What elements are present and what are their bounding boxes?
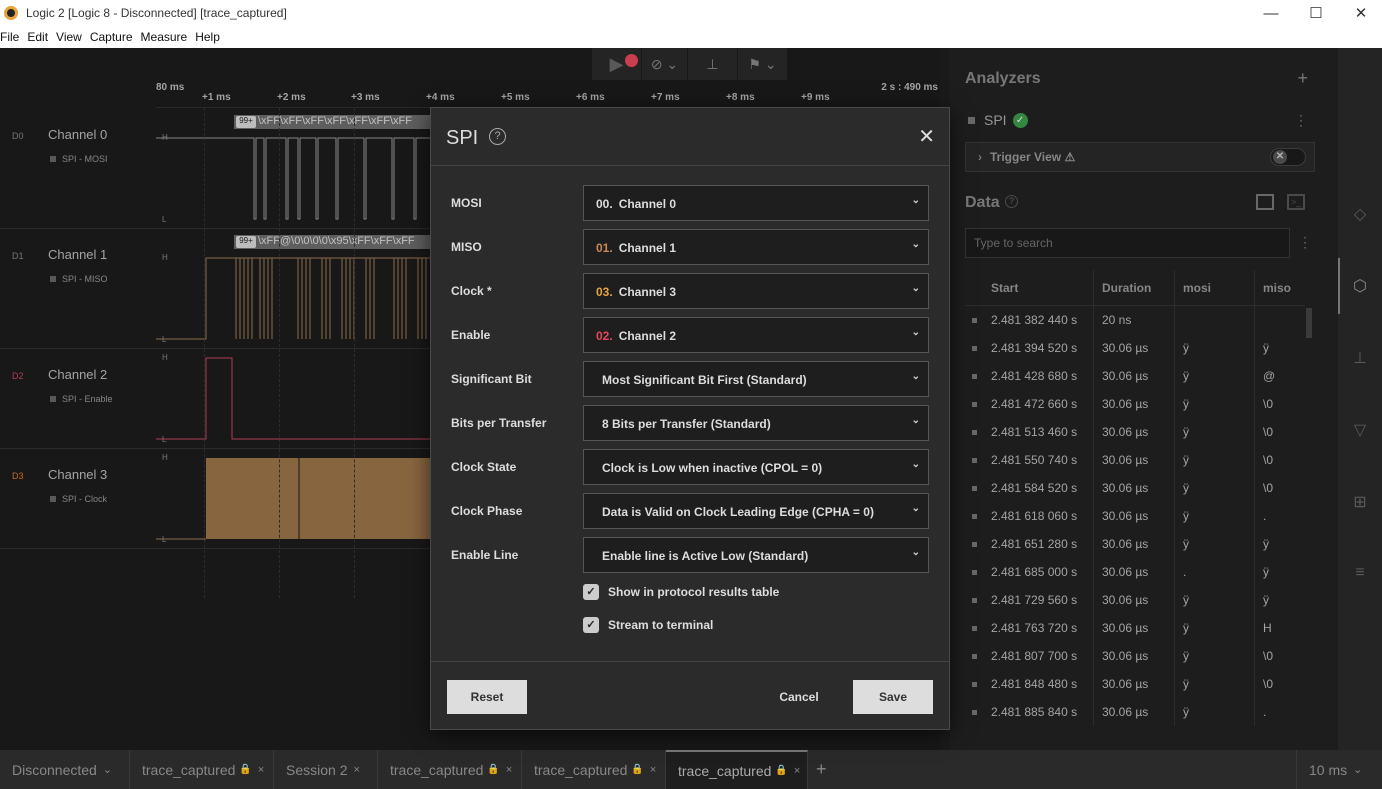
tab-session[interactable]: trace_captured 🔒 × [378,750,522,789]
chevron-down-icon: ⌄ [911,415,920,426]
chevron-down-icon: ⌄ [911,239,920,250]
chevron-down-icon: ⌄ [1353,764,1363,776]
menu-bar: File Edit View Capture Measure Help [0,26,1382,48]
chevron-down-icon: ⌄ [911,503,920,514]
session-tab-bar: Disconnected ⌄ trace_captured 🔒 × Session 2… [0,750,1382,789]
lock-icon: 🔒 [775,765,788,776]
select-value: Channel 0 [618,197,677,211]
close-tab-button[interactable]: × [794,765,800,777]
lock-icon: 🔒 [631,764,644,775]
tab-disconnected[interactable]: Disconnected ⌄ [0,750,130,789]
select-value: Clock is Low when inactive (CPOL = 0) [602,461,823,475]
setting-row: Clock State Clock is Low when inactive (C… [431,449,949,485]
select-value: Enable line is Active Low (Standard) [602,549,809,563]
tab-session[interactable]: trace_captured 🔒 × [130,750,274,789]
mosi-select[interactable]: 00. Channel 0 ⌄ [583,185,929,221]
close-tab-button[interactable]: × [506,764,512,776]
close-tab-button[interactable]: × [258,764,264,776]
channel-number: 00. [596,197,613,211]
checkmark-icon[interactable]: ✓ [583,584,599,600]
tab-session[interactable]: Session 2 × [274,750,378,789]
chevron-down-icon: ⌄ [911,371,920,382]
close-window-button[interactable]: ✕ [1338,0,1382,26]
dialog-header: SPI ? ✕ [431,108,949,166]
close-dialog-button[interactable]: ✕ [918,124,935,149]
minimize-button[interactable]: — [1248,0,1294,26]
setting-row: MISO 01. Channel 1 ⌄ [431,229,949,265]
clock-select[interactable]: 03. Channel 3 ⌄ [583,273,929,309]
maximize-button[interactable]: ☐ [1293,0,1339,26]
chevron-down-icon: ⌄ [911,195,920,206]
chevron-down-icon: ⌄ [911,547,920,558]
enable-line-select[interactable]: Enable line is Active Low (Standard) ⌄ [583,537,929,573]
setting-label: Significant Bit [451,372,532,386]
select-value: 8 Bits per Transfer (Standard) [602,417,771,431]
dialog-title: SPI [446,127,479,149]
menu-measure[interactable]: Measure [141,30,194,44]
help-icon[interactable]: ? [489,128,506,145]
menu-view[interactable]: View [56,30,88,44]
setting-label: MOSI [451,196,482,210]
select-value: Channel 2 [618,329,677,343]
setting-row: Bits per Transfer 8 Bits per Transfer (St… [431,405,949,441]
stream-to-terminal-checkbox[interactable]: ✓ Stream to terminal [583,617,713,633]
setting-label: Clock * [451,284,492,298]
select-value: Most Significant Bit First (Standard) [602,373,807,387]
dialog-footer: Reset Cancel Save [431,661,949,729]
setting-label: Clock Phase [451,504,523,518]
chevron-down-icon: ⌄ [911,283,920,294]
bits-per-transfer-select[interactable]: 8 Bits per Transfer (Standard) ⌄ [583,405,929,441]
select-value: Channel 3 [618,285,677,299]
show-in-table-checkbox[interactable]: ✓ Show in protocol results table [583,584,779,600]
cancel-button[interactable]: Cancel [769,680,829,714]
channel-number: 01. [596,241,613,255]
enable-select[interactable]: 02. Channel 2 ⌄ [583,317,929,353]
setting-row: Clock Phase Data is Valid on Clock Leadin… [431,493,949,529]
chevron-down-icon: ⌄ [911,459,920,470]
menu-capture[interactable]: Capture [90,30,139,44]
miso-select[interactable]: 01. Channel 1 ⌄ [583,229,929,265]
lock-icon: 🔒 [239,764,252,775]
channel-number: 03. [596,285,613,299]
zoom-selector[interactable]: 10 ms ⌄ [1296,750,1382,789]
menu-edit[interactable]: Edit [27,30,54,44]
channel-number: 02. [596,329,613,343]
setting-label: Clock State [451,460,517,474]
clock-state-select[interactable]: Clock is Low when inactive (CPOL = 0) ⌄ [583,449,929,485]
new-tab-button[interactable]: + [816,759,827,780]
save-button[interactable]: Save [853,680,933,714]
setting-row: Enable Line Enable line is Active Low (St… [431,537,949,573]
menu-file[interactable]: File [0,30,25,44]
setting-label: MISO [451,240,482,254]
select-value: Channel 1 [618,241,677,255]
spi-settings-dialog: SPI ? ✕ MOSI 00. Channel 0 ⌄ MISO 01. Channel … [430,107,950,730]
clock-phase-select[interactable]: Data is Valid on Clock Leading Edge (CPH… [583,493,929,529]
setting-row: Significant Bit Most Significant Bit Firs… [431,361,949,397]
app-logo-icon [4,6,18,20]
chevron-down-icon[interactable]: ⌄ [103,763,112,776]
reset-button[interactable]: Reset [447,680,527,714]
menu-help[interactable]: Help [195,30,226,44]
close-tab-button[interactable]: × [650,764,656,776]
checkmark-icon[interactable]: ✓ [583,617,599,633]
setting-label: Bits per Transfer [451,416,547,430]
select-value: Data is Valid on Clock Leading Edge (CPH… [602,505,874,519]
window-title: Logic 2 [Logic 8 - Disconnected] [trace_… [26,6,287,20]
setting-row: MOSI 00. Channel 0 ⌄ [431,185,949,221]
title-bar: Logic 2 [Logic 8 - Disconnected] [trace_… [0,0,1382,26]
setting-row: Enable 02. Channel 2 ⌄ [431,317,949,353]
tab-session[interactable]: trace_captured 🔒 × [522,750,666,789]
setting-label: Enable [451,328,491,342]
close-tab-button[interactable]: × [353,764,359,776]
setting-row: Clock * 03. Channel 3 ⌄ [431,273,949,309]
lock-icon: 🔒 [487,764,500,775]
tab-session-active[interactable]: trace_captured 🔒 × [666,750,808,789]
significant-bit-select[interactable]: Most Significant Bit First (Standard) ⌄ [583,361,929,397]
setting-label: Enable Line [451,548,519,562]
chevron-down-icon: ⌄ [911,327,920,338]
